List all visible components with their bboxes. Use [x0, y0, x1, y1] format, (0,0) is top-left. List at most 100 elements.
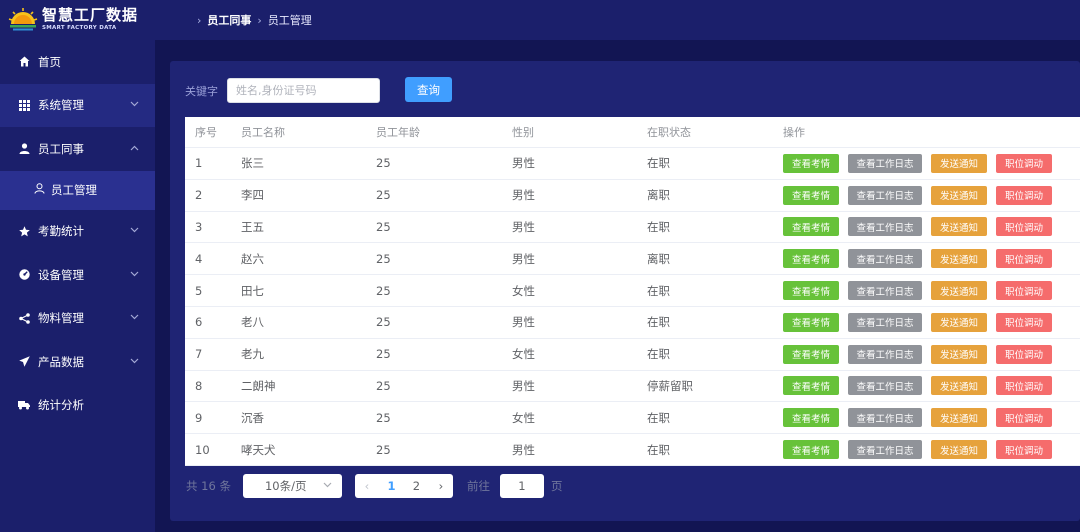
- send-notice-button[interactable]: 发送通知: [931, 217, 987, 237]
- sidebar-item-label: 考勤统计: [38, 224, 84, 239]
- next-page-button[interactable]: ›: [428, 474, 453, 498]
- sidebar-item-label: 产品数据: [38, 354, 84, 369]
- sidebar-item-system[interactable]: 系统管理: [0, 83, 155, 127]
- breadcrumb-item-employees[interactable]: 员工同事: [207, 12, 251, 28]
- transfer-position-button[interactable]: 职位调动: [996, 440, 1052, 460]
- send-notice-button[interactable]: 发送通知: [931, 153, 987, 173]
- chevron-left-icon: ‹: [364, 479, 370, 493]
- page-2-button[interactable]: 2: [403, 474, 429, 498]
- cell-status: 在职: [647, 219, 670, 234]
- send-notice-button[interactable]: 发送通知: [931, 249, 987, 269]
- view-work-log-button[interactable]: 查看工作日志: [848, 217, 922, 237]
- breadcrumb-item-employee-management: 员工管理: [267, 14, 312, 27]
- cell-gender: 男性: [512, 315, 535, 330]
- chevron-right-icon: ›: [197, 13, 202, 27]
- view-attendance-button[interactable]: 查看考情: [783, 376, 839, 396]
- dashboard-icon: [17, 269, 31, 280]
- sidebar-item-home[interactable]: 首页: [0, 40, 155, 84]
- sidebar-item-label: 员工管理: [51, 183, 97, 197]
- cell-age: 25: [376, 378, 391, 393]
- view-work-log-button[interactable]: 查看工作日志: [848, 312, 922, 332]
- sidebar-item-label: 系统管理: [38, 98, 84, 113]
- sidebar-item-analytics[interactable]: 统计分析: [0, 384, 155, 428]
- goto-page-input[interactable]: 1: [499, 474, 544, 498]
- sidebar-item-products[interactable]: 产品数据: [0, 340, 155, 384]
- column-header-actions: 操作: [783, 126, 805, 139]
- send-notice-button[interactable]: 发送通知: [931, 281, 987, 301]
- transfer-position-button[interactable]: 职位调动: [996, 281, 1052, 301]
- cell-status: 在职: [647, 410, 670, 425]
- send-notice-button[interactable]: 发送通知: [931, 440, 987, 460]
- keyword-search-input[interactable]: [227, 78, 380, 103]
- cell-name: 田七: [241, 283, 264, 298]
- cell-name: 王五: [241, 219, 264, 234]
- table-row: 8 二朗神 25 男性 停薪留职 查看考情 查看工作日志 发送通知 职位调动: [185, 371, 1080, 403]
- sidebar-item-attendance[interactable]: 考勤统计: [0, 210, 155, 254]
- logo[interactable]: 智慧工厂数据 SMART FACTORY DATA: [0, 0, 155, 40]
- view-attendance-button[interactable]: 查看考情: [783, 440, 839, 460]
- view-attendance-button[interactable]: 查看考情: [783, 281, 839, 301]
- transfer-position-button[interactable]: 职位调动: [996, 153, 1052, 173]
- search-bar: 关键字: [185, 78, 380, 103]
- send-notice-button[interactable]: 发送通知: [931, 185, 987, 205]
- page-size-select[interactable]: 10条/页: [242, 474, 342, 498]
- view-attendance-button[interactable]: 查看考情: [783, 344, 839, 364]
- cell-age: 25: [376, 156, 391, 171]
- total-count: 共 16 条: [186, 479, 231, 493]
- search-button[interactable]: 查询: [405, 77, 452, 102]
- sidebar-item-employee-management[interactable]: 员工管理: [0, 170, 155, 210]
- view-work-log-button[interactable]: 查看工作日志: [848, 153, 922, 173]
- cell-status: 离职: [647, 251, 670, 266]
- column-header-status: 在职状态: [647, 126, 691, 139]
- view-work-log-button[interactable]: 查看工作日志: [848, 249, 922, 269]
- table-row: 3 王五 25 男性 在职 查看考情 查看工作日志 发送通知 职位调动: [185, 212, 1080, 244]
- table-row: 4 赵六 25 男性 离职 查看考情 查看工作日志 发送通知 职位调动: [185, 243, 1080, 276]
- view-work-log-button[interactable]: 查看工作日志: [848, 344, 922, 364]
- view-attendance-button[interactable]: 查看考情: [783, 185, 839, 205]
- sidebar-item-label: 员工同事: [38, 141, 84, 156]
- column-header-age: 员工年龄: [376, 126, 420, 139]
- transfer-position-button[interactable]: 职位调动: [996, 408, 1052, 428]
- view-attendance-button[interactable]: 查看考情: [783, 312, 839, 332]
- transfer-position-button[interactable]: 职位调动: [996, 185, 1052, 205]
- view-attendance-button[interactable]: 查看考情: [783, 153, 839, 173]
- employee-table: 序号 员工名称 员工年龄 性别 在职状态 操作 1 张三 25 男性 在职 查看考情 查看工…: [185, 117, 1080, 466]
- chevron-down-icon: [130, 313, 139, 323]
- view-work-log-button[interactable]: 查看工作日志: [848, 408, 922, 428]
- cell-gender: 男性: [512, 156, 535, 171]
- transfer-position-button[interactable]: 职位调动: [996, 249, 1052, 269]
- send-notice-button[interactable]: 发送通知: [931, 408, 987, 428]
- home-icon: [17, 56, 31, 67]
- logo-subtitle: SMART FACTORY DATA: [42, 25, 117, 32]
- prev-page-button[interactable]: ‹: [354, 474, 379, 498]
- page-1-button[interactable]: 1: [378, 474, 404, 498]
- table-body: 1 张三 25 男性 在职 查看考情 查看工作日志 发送通知 职位调动 2 李四 25 男性 离职 查看考情…: [185, 148, 1080, 466]
- cell-gender: 男性: [512, 251, 535, 266]
- cell-no: 3: [195, 219, 203, 234]
- send-notice-button[interactable]: 发送通知: [931, 376, 987, 396]
- transfer-position-button[interactable]: 职位调动: [996, 217, 1052, 237]
- transfer-position-button[interactable]: 职位调动: [996, 376, 1052, 396]
- view-work-log-button[interactable]: 查看工作日志: [848, 440, 922, 460]
- send-notice-button[interactable]: 发送通知: [931, 344, 987, 364]
- view-attendance-button[interactable]: 查看考情: [783, 249, 839, 269]
- sidebar-item-employees[interactable]: 员工同事: [0, 127, 155, 171]
- transfer-position-button[interactable]: 职位调动: [996, 344, 1052, 364]
- transfer-position-button[interactable]: 职位调动: [996, 312, 1052, 332]
- sidebar-item-materials[interactable]: 物料管理: [0, 297, 155, 341]
- cell-no: 10: [195, 442, 210, 457]
- cell-gender: 女性: [512, 283, 535, 298]
- send-notice-button[interactable]: 发送通知: [931, 312, 987, 332]
- view-work-log-button[interactable]: 查看工作日志: [848, 281, 922, 301]
- view-work-log-button[interactable]: 查看工作日志: [848, 376, 922, 396]
- sidebar-item-equipment[interactable]: 设备管理: [0, 253, 155, 297]
- cell-actions: 查看考情 查看工作日志 发送通知 职位调动: [783, 408, 1080, 428]
- cell-age: 25: [376, 315, 391, 330]
- view-attendance-button[interactable]: 查看考情: [783, 217, 839, 237]
- view-work-log-button[interactable]: 查看工作日志: [848, 185, 922, 205]
- cell-name: 老九: [241, 347, 264, 362]
- view-attendance-button[interactable]: 查看考情: [783, 408, 839, 428]
- goto-label: 前往: [466, 479, 490, 493]
- page-unit-label: 页: [550, 479, 563, 493]
- sidebar: 首页 系统管理 员工同事 员工管理 考勤统计 设备管理 物料管理 产品数据 统计…: [0, 40, 155, 532]
